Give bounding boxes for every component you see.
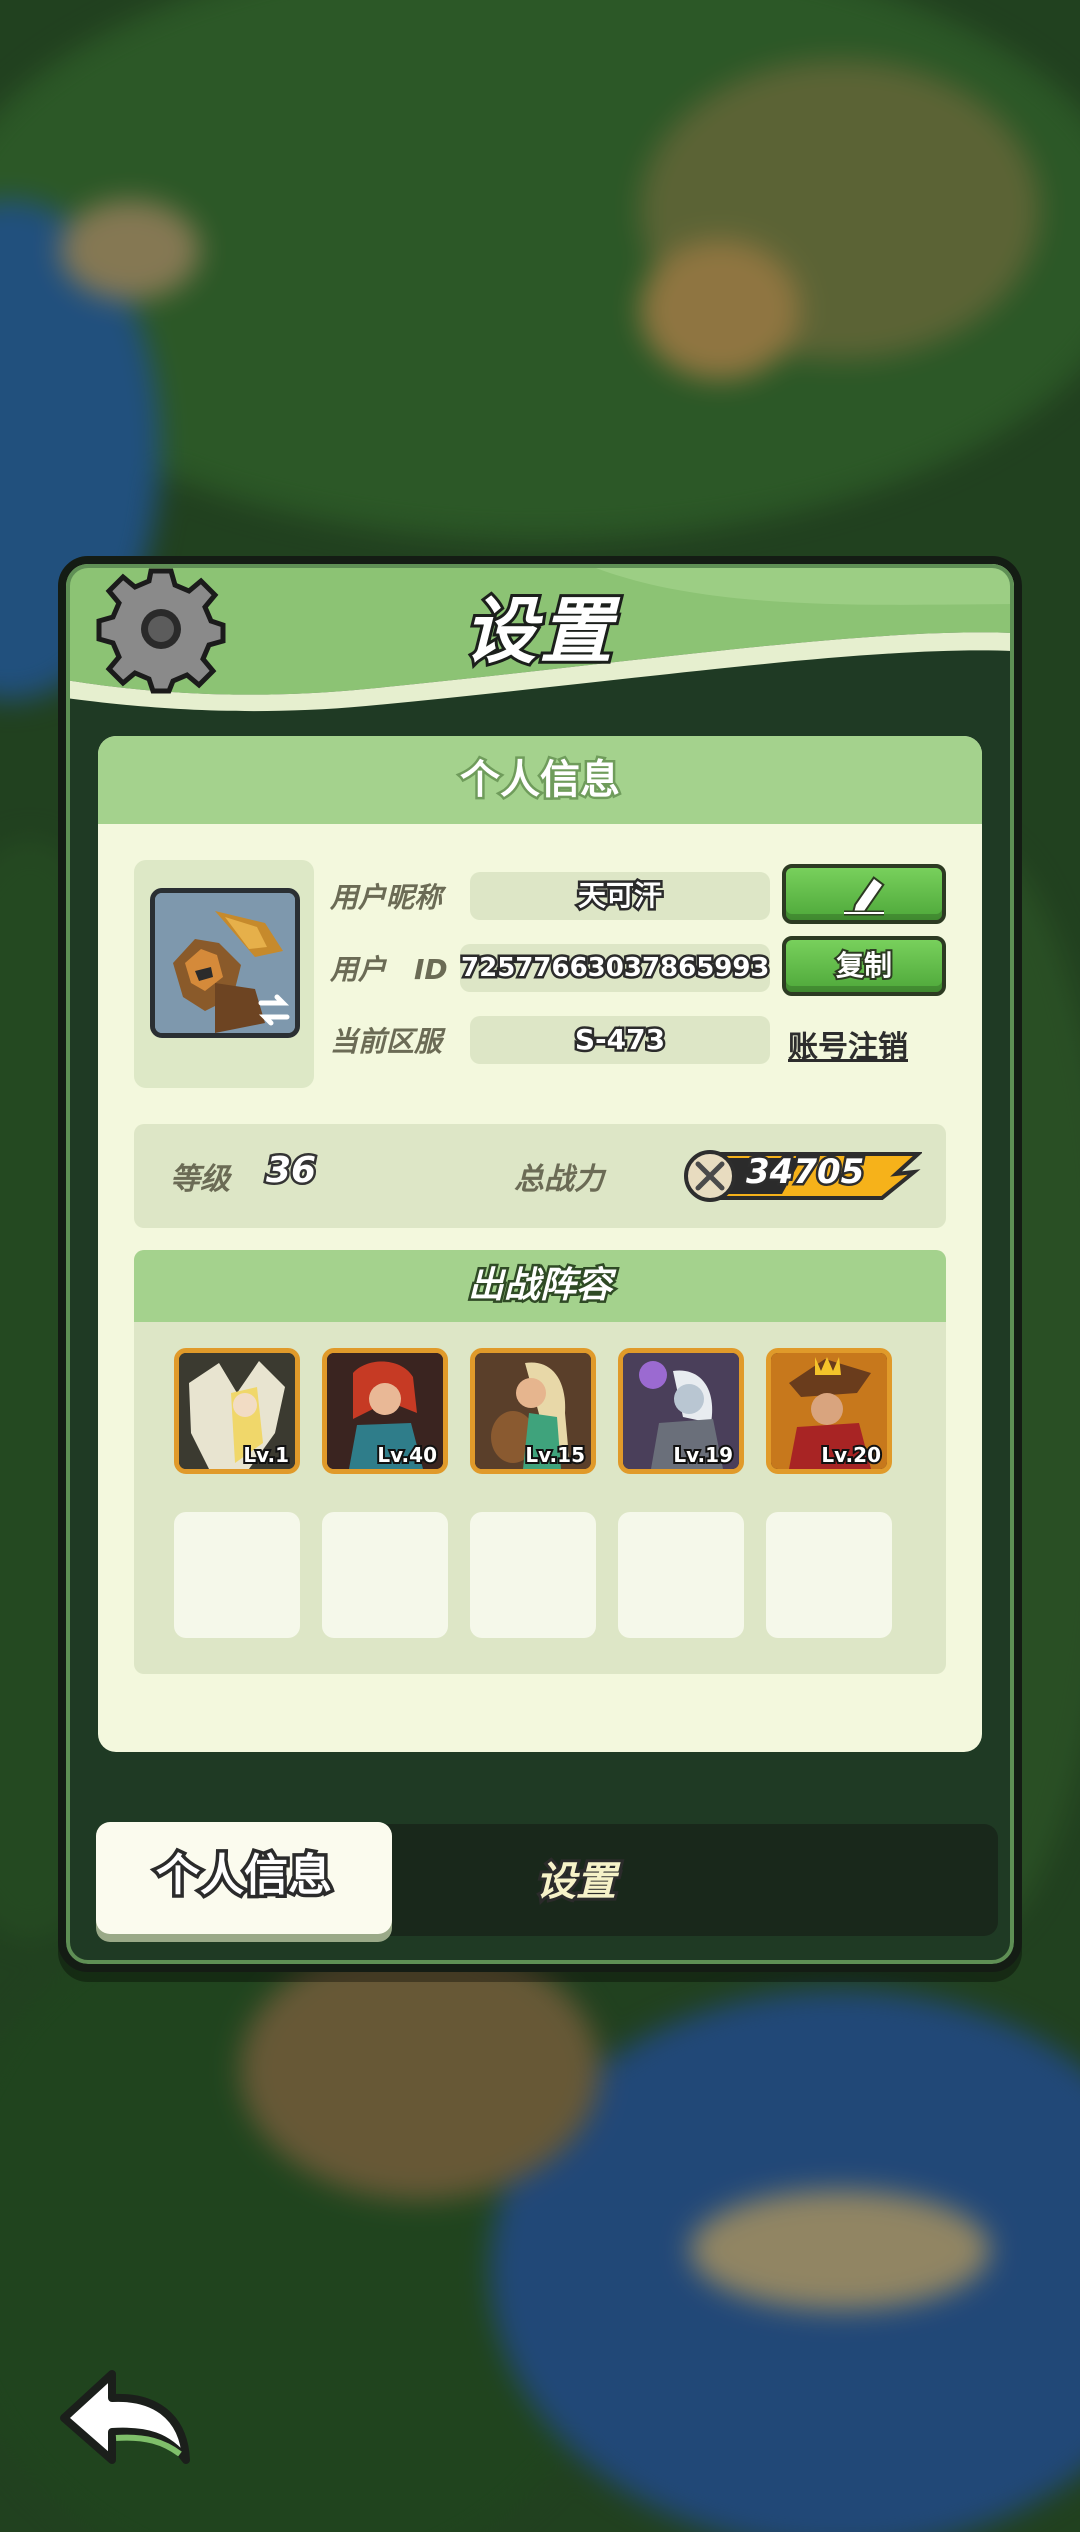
level-value: 36 [263,1148,318,1194]
level-label: 等级 [170,1162,230,1197]
copy-id-button[interactable]: 复制 [782,936,946,996]
tab-settings[interactable]: 设置 [466,1852,686,1912]
user-id-label: 用户 ID [330,953,448,986]
nickname-label: 用户昵称 [330,881,443,914]
power-value: 34705 [743,1150,866,1195]
empty-hero-slot[interactable] [174,1512,300,1638]
cancel-account-link[interactable]: 账号注销 [788,1022,908,1066]
empty-hero-slot[interactable] [470,1512,596,1638]
battle-lineup: 出战阵容 Lv.1 Lv.40 Lv.15 Lv.19 Lv.20 [134,1250,946,1674]
lineup-title: 出战阵容 [134,1250,946,1322]
nickname-value: 天可汗 [470,872,770,920]
edit-nickname-button[interactable] [782,864,946,924]
hero-level: Lv.15 [523,1441,587,1469]
stats-bar: 等级 36 总战力 34705 [134,1124,946,1228]
hero-slot-1[interactable]: Lv.1 [174,1348,300,1474]
profile-section-title: 个人信息 [98,736,982,824]
server-label: 当前区服 [330,1025,443,1058]
edit-pencil-icon [844,876,885,916]
server-value: S-473 [470,1016,770,1064]
hero-slot-4[interactable]: Lv.19 [618,1348,744,1474]
empty-hero-slot[interactable] [766,1512,892,1638]
dialog-title: 设置 [461,586,616,676]
tab-profile[interactable]: 个人信息 [96,1822,392,1934]
user-id-value: 7257766303786599З [459,944,771,992]
profile-card: 个人信息 用户昵称 天可汗 用户 ID 7257766303786599З 复制… [98,736,982,1752]
hero-level: Lv.19 [671,1441,735,1469]
empty-hero-slot[interactable] [618,1512,744,1638]
hero-level: Lv.20 [819,1441,883,1469]
avatar[interactable] [150,888,300,1038]
settings-dialog: 设置 个人信息 用户昵称 天可汗 用户 ID 7257766303786599З… [58,556,1022,1972]
hero-slot-3[interactable]: Lv.15 [470,1348,596,1474]
hero-level: Lv.40 [375,1441,439,1469]
empty-hero-slot[interactable] [322,1512,448,1638]
power-label: 总战力 [514,1162,604,1197]
back-button[interactable] [56,2364,196,2474]
hero-slot-5[interactable]: Lv.20 [766,1348,892,1474]
hero-level: Lv.1 [241,1441,291,1469]
swap-icon[interactable] [255,991,293,1029]
avatar-container [134,860,314,1088]
back-arrow-icon [60,2370,190,2464]
hero-slot-2[interactable]: Lv.40 [322,1348,448,1474]
